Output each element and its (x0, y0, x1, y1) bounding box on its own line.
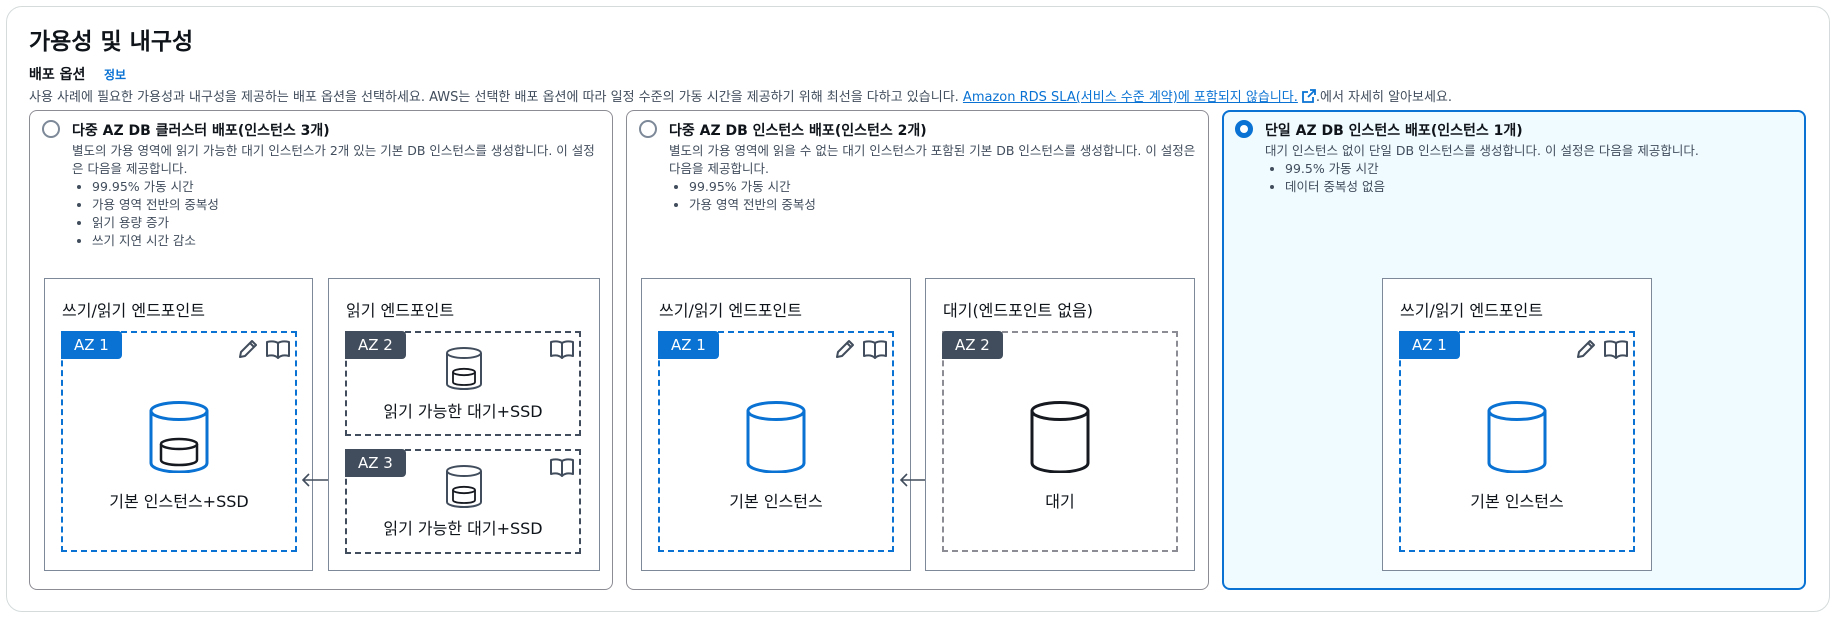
bullet-item: 99.95% 가동 시간 (689, 178, 1199, 196)
box-title: 쓰기/읽기 엔드포인트 (659, 301, 802, 320)
bullet-item: 99.5% 가동 시간 (1285, 160, 1795, 178)
bullet-item: 가용 영역 전반의 중복성 (92, 196, 602, 214)
instance-label: 읽기 가능한 대기+SSD (383, 402, 543, 421)
instance-label: 대기 (1045, 492, 1075, 511)
database-ssd-icon (446, 465, 482, 509)
az-badge: AZ 1 (658, 331, 719, 359)
book-icon[interactable] (862, 338, 888, 360)
external-link-icon (1301, 89, 1316, 103)
box-title: 대기(엔드포인트 없음) (943, 301, 1094, 320)
description-suffix: .에서 자세히 알아보세요. (1315, 90, 1453, 105)
box-title: 읽기 엔드포인트 (346, 301, 455, 320)
instance-label: 기본 인스턴스 (729, 492, 823, 511)
sla-link-text: Amazon RDS SLA(서비스 수준 계약)에 포함되지 않습니다. (962, 90, 1298, 105)
option-description: 별도의 가용 영역에 읽을 수 없는 대기 인스턴스가 포함된 기본 DB 인스… (669, 142, 1199, 214)
zone-icons (236, 338, 291, 364)
database-ssd-icon (149, 401, 209, 473)
radio-multi-az-instance[interactable] (639, 120, 657, 138)
radio-single-az-instance[interactable] (1235, 120, 1253, 138)
info-link[interactable]: 정보 (104, 66, 126, 83)
az-zone: AZ 1 기본 인스턴스 (658, 331, 894, 552)
option-title: 다중 AZ DB 인스턴스 배포(인스턴스 2개) (669, 123, 927, 139)
az-zone: AZ 2 읽기 가능한 대기+SSD (345, 331, 581, 436)
zone-icons (833, 338, 888, 364)
database-icon (746, 401, 806, 473)
sla-link[interactable]: Amazon RDS SLA(서비스 수준 계약)에 포함되지 않습니다. (962, 89, 1316, 105)
az-badge: AZ 2 (942, 331, 1003, 359)
database-icon (1030, 401, 1090, 473)
instance-label: 읽기 가능한 대기+SSD (383, 519, 543, 538)
book-icon[interactable] (1603, 338, 1629, 360)
book-icon[interactable] (265, 338, 291, 360)
option-desc-text: 별도의 가용 영역에 읽을 수 없는 대기 인스턴스가 포함된 기본 DB 인스… (669, 143, 1196, 176)
read-endpoint-box: 읽기 엔드포인트 AZ 2 읽기 가능한 대기+SSD AZ 3 읽기 가능한 … (328, 278, 600, 571)
box-title: 쓰기/읽기 엔드포인트 (1400, 301, 1543, 320)
az-badge: AZ 1 (1399, 331, 1460, 359)
option-description: 대기 인스턴스 없이 단일 DB 인스턴스를 생성합니다. 이 설정은 다음을 … (1265, 142, 1795, 196)
option-desc-text: 별도의 가용 영역에 읽기 가능한 대기 인스턴스가 2개 있는 기본 DB 인… (72, 143, 595, 176)
az-zone: AZ 3 읽기 가능한 대기+SSD (345, 449, 581, 554)
deployment-options-label: 배포 옵션 (29, 67, 86, 83)
write-read-endpoint-box: 쓰기/읽기 엔드포인트 AZ 1 기본 인스턴스 (641, 278, 911, 571)
az-zone: AZ 1 기본 인스턴스+SSD (61, 331, 297, 552)
edit-icon[interactable] (1574, 338, 1598, 360)
bullet-item: 99.95% 가동 시간 (92, 178, 602, 196)
bullet-item: 쓰기 지연 시간 감소 (92, 232, 602, 250)
option-title: 단일 AZ DB 인스턴스 배포(인스턴스 1개) (1265, 123, 1523, 139)
standby-box: 대기(엔드포인트 없음) AZ 2 대기 (925, 278, 1195, 571)
az-zone: AZ 1 기본 인스턴스 (1399, 331, 1635, 552)
bullet-item: 가용 영역 전반의 중복성 (689, 196, 1199, 214)
radio-multi-az-cluster[interactable] (42, 120, 60, 138)
database-icon (1487, 401, 1547, 473)
write-read-endpoint-box: 쓰기/읽기 엔드포인트 AZ 1 기본 인스턴스 (1382, 278, 1652, 571)
database-ssd-icon (446, 347, 482, 391)
book-icon[interactable] (549, 456, 575, 478)
az-badge: AZ 1 (61, 331, 122, 359)
option-desc-text: 대기 인스턴스 없이 단일 DB 인스턴스를 생성합니다. 이 설정은 다음을 … (1265, 143, 1699, 158)
instance-label: 기본 인스턴스 (1470, 492, 1564, 511)
bullet-item: 읽기 용량 증가 (92, 214, 602, 232)
zone-icons (549, 456, 575, 482)
option-multi-az-cluster[interactable]: 다중 AZ DB 클러스터 배포(인스턴스 3개) 별도의 가용 영역에 읽기 … (29, 110, 613, 590)
edit-icon[interactable] (236, 338, 260, 360)
edit-icon[interactable] (833, 338, 857, 360)
instance-label: 기본 인스턴스+SSD (109, 492, 249, 511)
description-text: 사용 사례에 필요한 가용성과 내구성을 제공하는 배포 옵션을 선택하세요. … (29, 90, 963, 105)
option-multi-az-instance[interactable]: 다중 AZ DB 인스턴스 배포(인스턴스 2개) 별도의 가용 영역에 읽을 … (626, 110, 1209, 590)
section-description: 사용 사례에 필요한 가용성과 내구성을 제공하는 배포 옵션을 선택하세요. … (29, 86, 1452, 105)
az-badge: AZ 3 (345, 449, 406, 477)
bullet-item: 데이터 중복성 없음 (1285, 178, 1795, 196)
az-badge: AZ 2 (345, 331, 406, 359)
zone-icons (1574, 338, 1629, 364)
option-description: 별도의 가용 영역에 읽기 가능한 대기 인스턴스가 2개 있는 기본 DB 인… (72, 142, 602, 250)
write-read-endpoint-box: 쓰기/읽기 엔드포인트 AZ 1 기본 인스턴스+SSD (44, 278, 313, 571)
az-zone: AZ 2 대기 (942, 331, 1178, 552)
option-single-az-instance[interactable]: 단일 AZ DB 인스턴스 배포(인스턴스 1개) 대기 인스턴스 없이 단일 … (1222, 110, 1806, 590)
zone-icons (549, 338, 575, 364)
book-icon[interactable] (549, 338, 575, 360)
box-title: 쓰기/읽기 엔드포인트 (62, 301, 205, 320)
section-title: 가용성 및 내구성 (29, 29, 194, 55)
option-title: 다중 AZ DB 클러스터 배포(인스턴스 3개) (72, 123, 330, 139)
